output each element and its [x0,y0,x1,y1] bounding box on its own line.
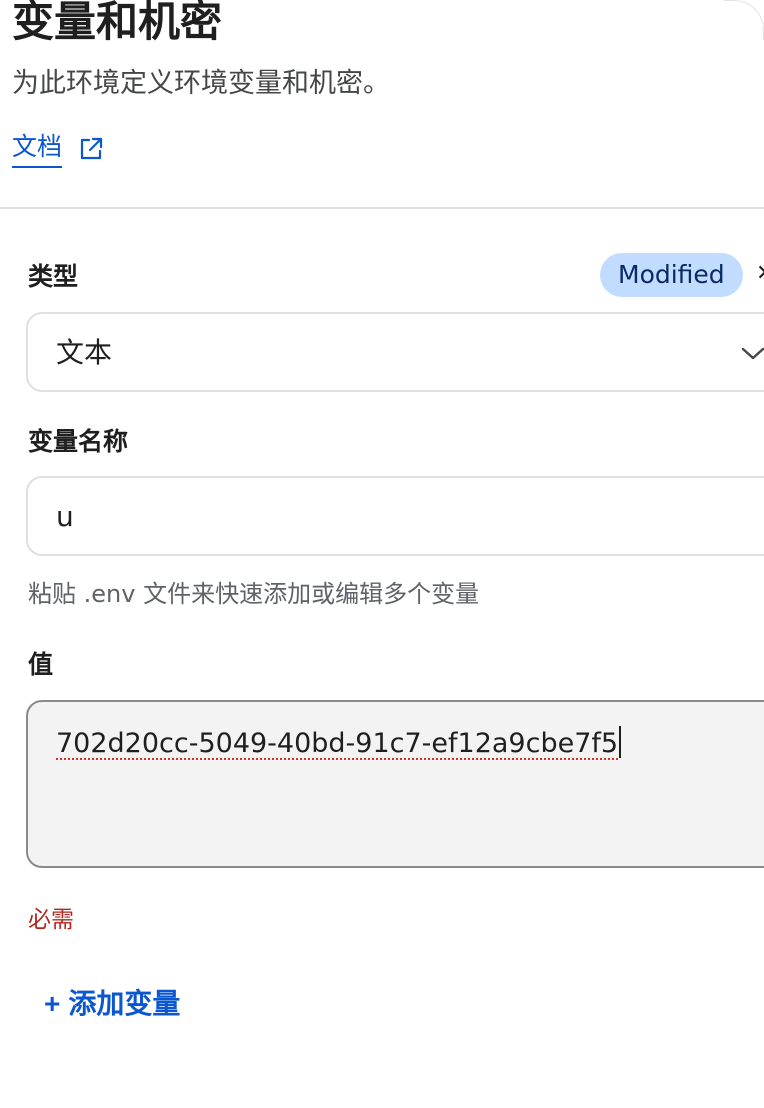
env-paste-hint: 粘贴 .env 文件来快速添加或编辑多个变量 [28,580,480,608]
text-caret [619,726,622,758]
required-error: 必需 [28,907,74,933]
variable-name-input[interactable]: u [26,476,764,556]
add-variable-label: 添加变量 [68,988,181,1019]
add-variable-button[interactable]: + 添加变量 [44,984,180,1024]
chevron-down-icon [740,344,764,362]
variable-name-label: 变量名称 [28,427,129,456]
value-text-content: 702d20cc-5049-40bd-91c7-ef12a9cbe7f5 [56,728,619,759]
plus-icon: + [44,988,61,1019]
panel-subtitle: 为此环境定义环境变量和机密。 [12,68,390,99]
type-label: 类型 [28,262,79,291]
panel-corner [724,0,764,40]
value-textarea[interactable]: 702d20cc-5049-40bd-91c7-ef12a9cbe7f5 [26,700,764,868]
type-select-value: 文本 [56,336,113,369]
value-text: 702d20cc-5049-40bd-91c7-ef12a9cbe7f5 [56,726,622,762]
panel-title: 变量和机密 [12,0,223,46]
close-icon[interactable]: ✕ [756,262,764,286]
external-link-icon [78,136,104,162]
docs-link-label: 文档 [12,130,63,168]
env-variables-panel: 变量和机密 为此环境定义环境变量和机密。 文档 类型 Modified ✕ 文本… [0,0,764,1108]
docs-link[interactable]: 文档 [12,130,104,168]
section-divider [0,207,764,209]
variable-name-value: u [56,500,74,533]
modified-badge: Modified [600,253,743,297]
type-select[interactable]: 文本 [26,312,764,392]
value-label: 值 [28,650,54,679]
